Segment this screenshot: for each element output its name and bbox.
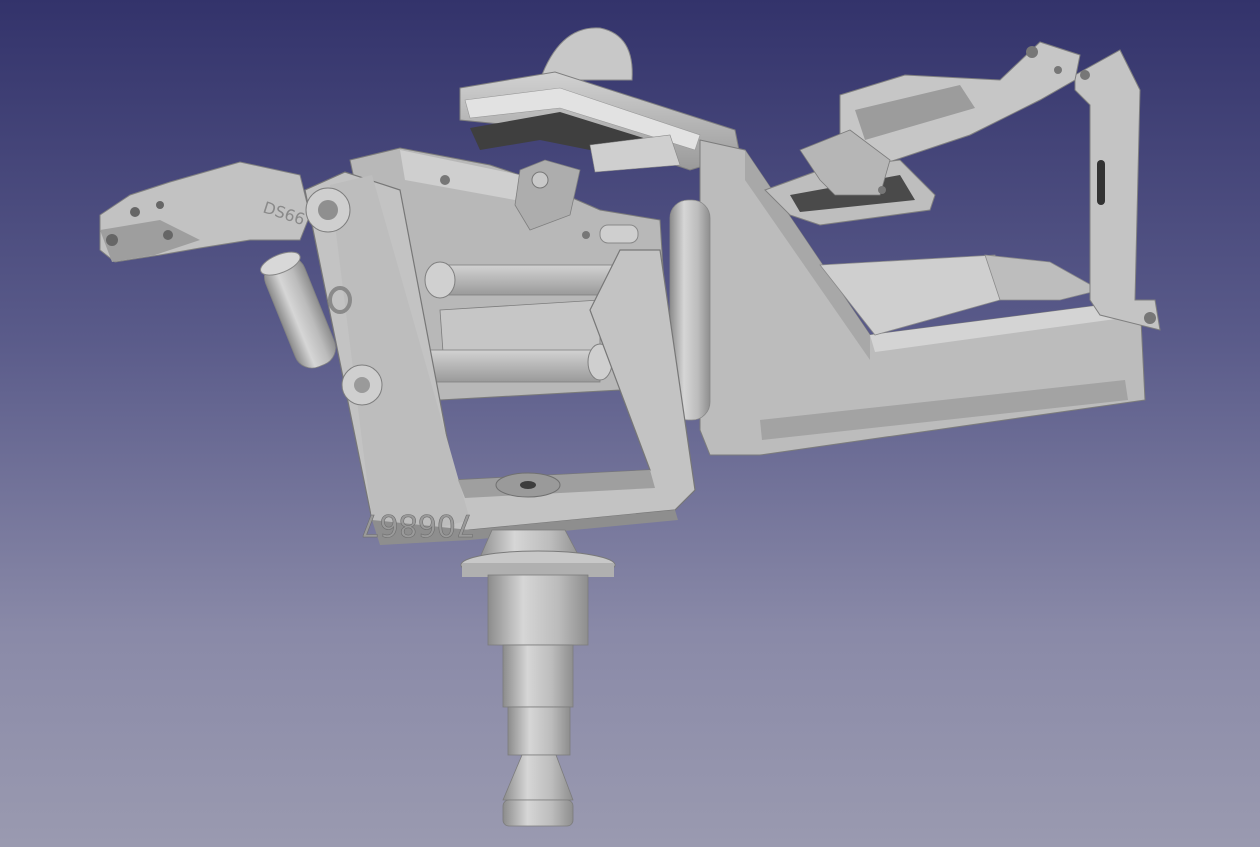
upper-pin (424, 261, 616, 299)
cad-model[interactable]: DS66 706867 (0, 0, 1260, 847)
3d-viewport[interactable]: DS66 706867 (0, 0, 1260, 847)
engraved-number: 706867 (360, 507, 475, 542)
lower-pin (429, 343, 613, 383)
